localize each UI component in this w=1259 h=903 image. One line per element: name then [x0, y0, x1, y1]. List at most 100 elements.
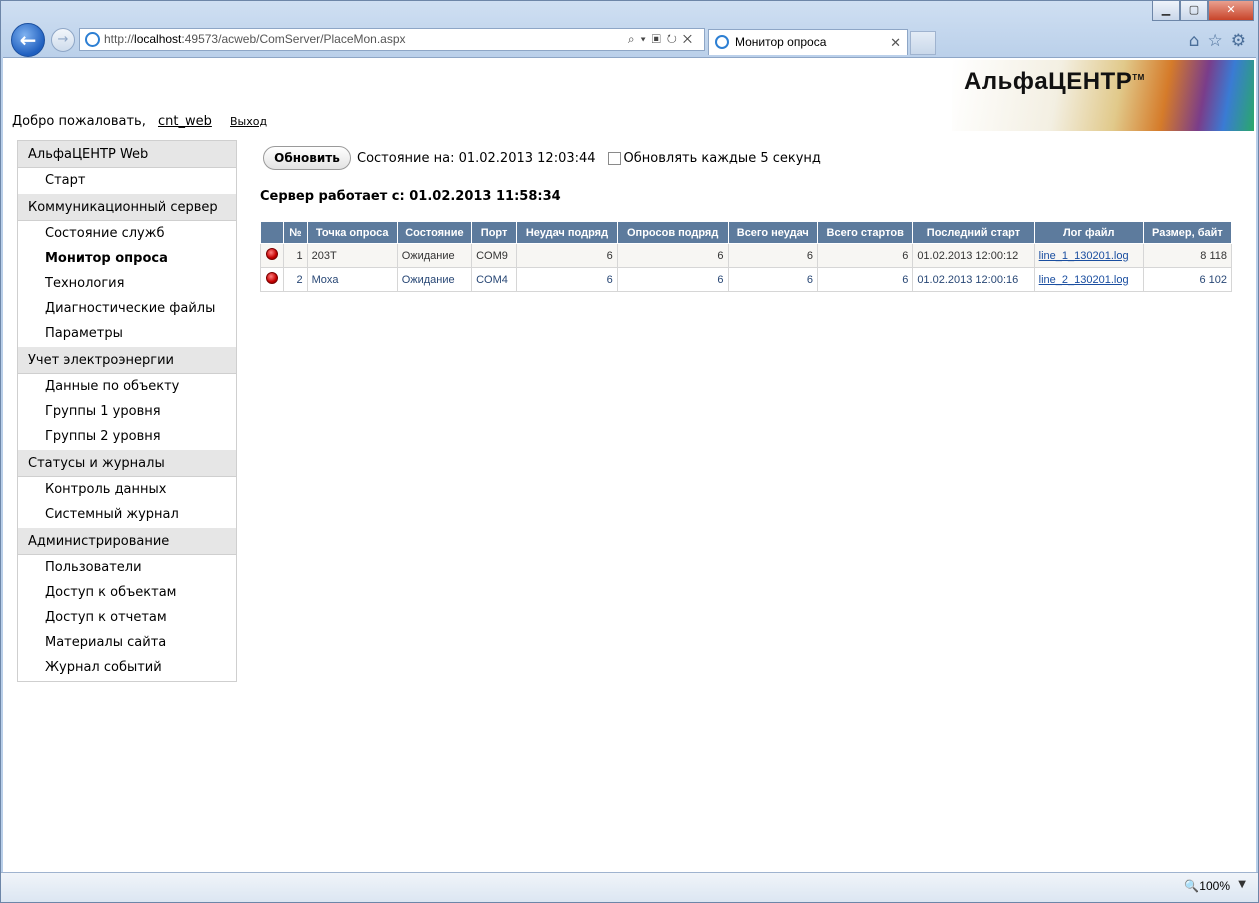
refresh-button[interactable]: Обновить [263, 146, 351, 170]
gear-icon[interactable]: ⚙ [1231, 31, 1246, 51]
cell-fails-row: 6 [516, 267, 618, 292]
window-controls: ▁ ▢ ✕ [1152, 1, 1254, 21]
table-row: 1 203T Ожидание COM9 6 6 6 6 01.02.2013 12:00:12… [259, 243, 1233, 268]
monitor-toolbar: Обновить Состояние на: 01.02.2013 12:03:… [263, 146, 821, 170]
home-icon[interactable]: ⌂ [1189, 31, 1200, 51]
close-window-button[interactable]: ✕ [1208, 1, 1254, 21]
favorites-star-icon[interactable]: ☆ [1208, 31, 1223, 51]
logout-link[interactable]: Выход [230, 115, 267, 128]
tab-close-icon[interactable]: ✕ [890, 30, 901, 55]
ie-tab-icon [715, 35, 729, 49]
address-host: localhost [134, 32, 182, 46]
cell-num: 1 [283, 243, 308, 268]
maximize-button[interactable]: ▢ [1180, 1, 1208, 21]
sidebar-item[interactable]: Контроль данных [18, 477, 236, 502]
logo-text: АльфаЦЕНТРTM [964, 68, 1145, 95]
address-path: :49573/acweb/ComServer/PlaceMon.aspx [181, 32, 406, 46]
cell-polls-row: 6 [616, 243, 729, 268]
zoom-dropdown-icon[interactable]: ▼ [1238, 879, 1246, 890]
cell-log: line_1_130201.log [1033, 243, 1144, 268]
column-header[interactable]: Точка опроса [306, 221, 398, 244]
sidebar-group-header: Учет электроэнергии [18, 347, 236, 374]
tab-monitor[interactable]: Монитор опроса ✕ [708, 29, 908, 55]
zoom-level[interactable]: 🔍100% [1184, 879, 1230, 893]
status-cell [259, 243, 285, 268]
browser-status-bar: 🔍100% ▼ [1, 872, 1258, 902]
welcome-text: Добро пожаловать, [12, 114, 146, 129]
cell-fails-row: 6 [516, 243, 618, 268]
sidebar-group-header: Администрирование [18, 528, 236, 555]
sidebar-item[interactable]: Группы 2 уровня [18, 424, 236, 449]
toolbar-icons: ⌂ ☆ ⚙ [1189, 31, 1246, 51]
cell-polls-row: 6 [616, 267, 729, 292]
browser-chrome: ← → http://localhost:49573/acweb/ComServ… [1, 1, 1258, 57]
sidebar-item[interactable]: Материалы сайта [18, 630, 236, 655]
cell-starts-total: 6 [817, 267, 914, 292]
log-file-link[interactable]: line_2_130201.log [1039, 274, 1129, 286]
column-header[interactable]: Всего неудач [727, 221, 819, 244]
cell-fails-total: 6 [727, 243, 819, 268]
alfacentr-logo: АльфаЦЕНТРTM [952, 60, 1254, 131]
cell-state: Ожидание [396, 267, 473, 292]
address-prefix: http:// [104, 32, 135, 46]
forward-button[interactable]: → [51, 28, 75, 52]
sidebar-item[interactable]: Состояние служб [18, 221, 236, 246]
column-header[interactable]: Порт [471, 221, 518, 244]
cell-size: 6 102 [1142, 267, 1233, 292]
sidebar-item[interactable]: Старт [18, 168, 236, 193]
sidebar-item[interactable]: Доступ к объектам [18, 580, 236, 605]
ie-page-icon [85, 32, 100, 47]
log-file-link[interactable]: line_1_130201.log [1039, 250, 1129, 262]
status-timestamp: Состояние на: 01.02.2013 12:03:44 [357, 150, 596, 166]
page-content: АльфаЦЕНТРTM Добро пожаловать, cnt_web В… [3, 57, 1256, 872]
minimize-button[interactable]: ▁ [1152, 1, 1180, 21]
sidebar-item[interactable]: Доступ к отчетам [18, 605, 236, 630]
auto-refresh-checkbox[interactable] [607, 151, 621, 165]
sidebar-group-header: АльфаЦЕНТР Web [18, 141, 236, 168]
sidebar-item[interactable]: Журнал событий [18, 655, 236, 680]
status-cell [259, 267, 285, 292]
sidebar-item[interactable]: Технология [18, 271, 236, 296]
sidebar-item[interactable]: Пользователи [18, 555, 236, 580]
sidebar-group-header: Статусы и журналы [18, 450, 236, 477]
sidebar-menu: АльфаЦЕНТР Web Старт Коммуникационный серв… [17, 140, 237, 682]
cell-last-start: 01.02.2013 12:00:16 [912, 267, 1035, 292]
column-header[interactable]: Лог файл [1033, 221, 1144, 244]
column-header[interactable]: Состояние [396, 221, 473, 244]
cell-log: line_2_130201.log [1033, 267, 1144, 292]
column-header[interactable]: Всего стартов [817, 221, 914, 244]
sidebar-group-items: Пользователи Доступ к объектам Доступ к от… [18, 555, 236, 681]
tab-title: Монитор опроса [735, 35, 827, 49]
back-button[interactable]: ← [11, 23, 45, 57]
user-link[interactable]: cnt_web [158, 114, 212, 129]
cell-last-start: 01.02.2013 12:00:12 [912, 243, 1035, 268]
column-header[interactable]: Последний старт [912, 221, 1035, 244]
column-header[interactable]: Размер, байт [1142, 221, 1233, 244]
cell-num: 2 [283, 267, 308, 292]
sidebar-item[interactable]: Группы 1 уровня [18, 399, 236, 424]
sidebar-group-header: Коммуникационный сервер [18, 194, 236, 221]
column-header[interactable] [259, 221, 285, 244]
address-tools-icons[interactable]: ⌕▾▣↻✕ [628, 29, 698, 50]
sidebar-group-items: Данные по объекту Группы 1 уровня Группы 2… [18, 374, 236, 450]
column-header[interactable]: Опросов подряд [616, 221, 729, 244]
sidebar-item[interactable]: Параметры [18, 321, 236, 346]
address-bar[interactable]: http://localhost:49573/acweb/ComServer/P… [79, 28, 705, 51]
sidebar-item[interactable]: Данные по объекту [18, 374, 236, 399]
table-row: 2 Moxa Ожидание COM4 6 6 6 6 01.02.2013 12:00:16… [259, 267, 1233, 292]
sidebar-item[interactable]: Системный журнал [18, 502, 236, 527]
status-indicator-icon [266, 248, 279, 260]
auto-refresh-label[interactable]: Обновлять каждые 5 секунд [624, 151, 821, 166]
sidebar-item[interactable]: Диагностические файлы [18, 296, 236, 321]
cell-fails-total: 6 [727, 267, 819, 292]
column-header[interactable]: Неудач подряд [516, 221, 618, 244]
column-header[interactable]: № [283, 221, 308, 244]
cell-port: COM9 [471, 243, 518, 268]
sidebar-item[interactable]: Монитор опроса [18, 246, 236, 271]
cell-starts-total: 6 [817, 243, 914, 268]
new-tab-button[interactable] [910, 31, 936, 55]
server-uptime: Сервер работает с: 01.02.2013 11:58:34 [260, 189, 561, 204]
poll-monitor-table: № Точка опроса Состояние Порт Неудач подряд О… [259, 221, 1233, 292]
cell-point: 203T [306, 243, 398, 268]
cell-state: Ожидание [396, 243, 473, 268]
